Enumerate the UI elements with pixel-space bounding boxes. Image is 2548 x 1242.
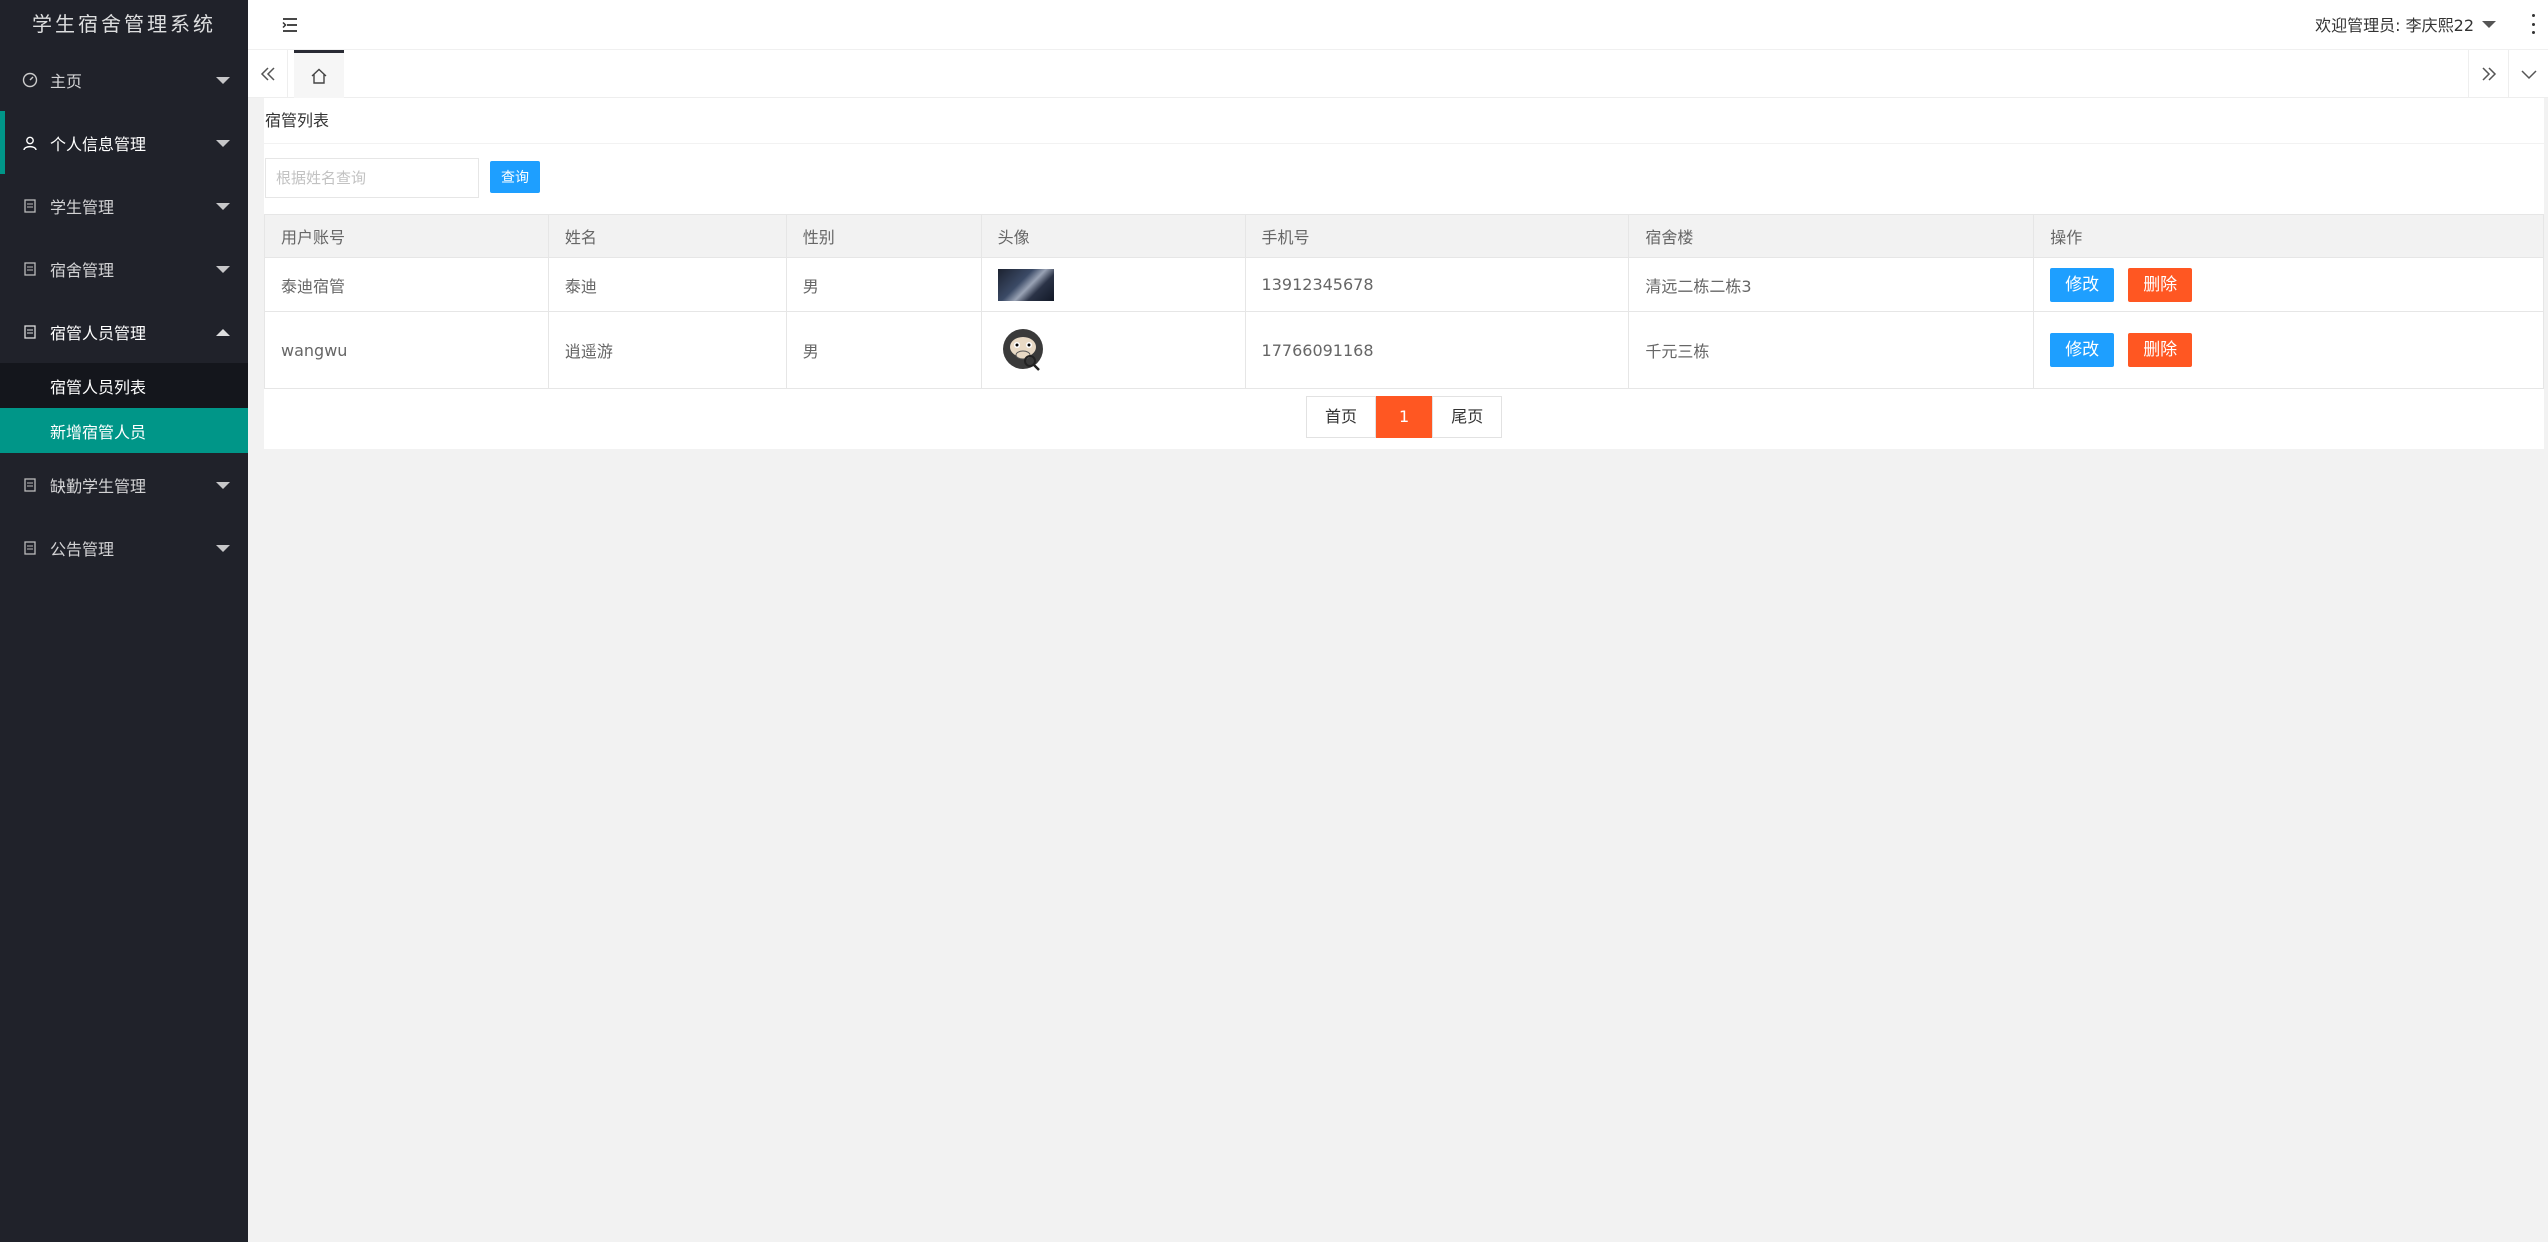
sidebar-item-label: 个人信息管理: [50, 134, 147, 154]
caret-down-icon: [2482, 20, 2496, 28]
search-input[interactable]: [265, 158, 479, 198]
chevron-up-icon: [216, 328, 230, 336]
sidebar-item-label: 公告管理: [50, 539, 115, 559]
avatar: [1002, 329, 1043, 371]
top-header: 欢迎管理员: 李庆熙22: [248, 0, 2548, 50]
more-vertical-icon[interactable]: [2530, 14, 2536, 34]
column-header: 宿舍楼: [1628, 214, 2035, 258]
tabs-bar: [248, 50, 2548, 98]
cell-actions: 修改 删除: [2033, 257, 2544, 312]
dorm-admin-table: 用户账号 姓名 性别 头像 手机号 宿舍楼 操作 泰迪宿管 泰迪 男 13912…: [264, 214, 2544, 389]
scroll-tabs-right-button[interactable]: [2468, 50, 2508, 98]
edit-button[interactable]: 修改: [2050, 267, 2115, 302]
cell-phone: 13912345678: [1244, 257, 1630, 312]
current-page[interactable]: 1: [1376, 396, 1433, 438]
sidebar-item-label: 缺勤学生管理: [50, 476, 147, 496]
table-row: wangwu 逍遥游 男 17766091168 千元三栋 修改 删除: [264, 311, 2544, 389]
column-header: 头像: [980, 214, 1246, 258]
chevron-down-icon: [216, 481, 230, 489]
cell-name: 泰迪: [547, 257, 787, 312]
cell-gender: 男: [785, 257, 982, 312]
search-button[interactable]: 查询: [490, 161, 540, 193]
delete-button[interactable]: 删除: [2128, 333, 2193, 367]
sidebar-item-label: 宿管人员管理: [50, 323, 147, 343]
cell-actions: 修改 删除: [2033, 311, 2544, 389]
sidebar-item-label: 宿舍管理: [50, 260, 115, 280]
chevron-down-icon: [216, 202, 230, 210]
double-chevron-right-icon: [2481, 67, 2496, 81]
table-header-row: 用户账号 姓名 性别 头像 手机号 宿舍楼 操作: [264, 214, 2544, 258]
table-row: 泰迪宿管 泰迪 男 13912345678 清远二栋二栋3 修改 删除: [264, 257, 2544, 312]
user-menu[interactable]: 欢迎管理员: 李庆熙22: [2315, 12, 2496, 36]
pagination: 首页 1 尾页: [264, 389, 2544, 449]
tab-home[interactable]: [294, 50, 344, 98]
sidebar-subitem-add-dorm-admin[interactable]: 新增宿管人员: [0, 408, 248, 453]
document-icon: [22, 477, 38, 493]
chevron-down-icon: [216, 265, 230, 273]
document-icon: [22, 324, 38, 340]
chevron-down-icon: [2520, 70, 2537, 80]
delete-button[interactable]: 删除: [2128, 267, 2193, 302]
app-logo-title: 学生宿舍管理系统: [32, 12, 216, 36]
cell-account: wangwu: [264, 311, 549, 389]
double-chevron-left-icon: [260, 67, 275, 81]
scroll-tabs-left-button[interactable]: [248, 50, 288, 98]
sidebar-item-dorm[interactable]: 宿舍管理: [0, 237, 248, 300]
home-icon: [311, 68, 327, 84]
cell-phone: 17766091168: [1244, 311, 1630, 389]
sidebar-item-student[interactable]: 学生管理: [0, 174, 248, 237]
sidebar-item-home[interactable]: 主页: [0, 48, 248, 111]
cell-gender: 男: [785, 311, 982, 389]
document-icon: [22, 261, 38, 277]
sidebar-item-notice[interactable]: 公告管理: [0, 516, 248, 579]
chevron-down-icon: [216, 544, 230, 552]
document-icon: [22, 198, 38, 214]
avatar: [997, 268, 1054, 301]
dashboard-icon: [22, 72, 38, 88]
dorm-admin-submenu: 宿管人员列表 新增宿管人员: [0, 363, 248, 453]
edit-button[interactable]: 修改: [2050, 333, 2115, 367]
search-bar: 查询: [264, 144, 2544, 208]
column-header: 用户账号: [264, 214, 549, 258]
tabs-dropdown-button[interactable]: [2508, 50, 2548, 98]
sidebar-item-dorm-admin[interactable]: 宿管人员管理: [0, 300, 248, 363]
sidebar: 学生宿舍管理系统 主页 个人信息管理 学生管理 宿舍管理 宿管人员管理 宿管人员…: [0, 0, 248, 1242]
menu-toggle-icon[interactable]: [280, 15, 300, 35]
last-page-button[interactable]: 尾页: [1432, 396, 1503, 438]
chevron-down-icon: [216, 139, 230, 147]
user-icon: [22, 135, 38, 151]
cell-building: 清远二栋二栋3: [1628, 257, 2035, 312]
sidebar-item-personal-info[interactable]: 个人信息管理: [0, 111, 248, 174]
cell-avatar: [980, 257, 1246, 312]
column-header: 手机号: [1244, 214, 1630, 258]
main-content-card: 宿管列表 查询 用户账号 姓名 性别 头像 手机号 宿舍楼 操作 泰迪宿管 泰迪…: [264, 98, 2544, 449]
column-header: 性别: [785, 214, 982, 258]
cell-avatar: [980, 311, 1246, 389]
sidebar-item-label: 学生管理: [50, 197, 115, 217]
card-title: 宿管列表: [264, 98, 2544, 144]
sidebar-item-label: 主页: [50, 71, 83, 91]
sidebar-subitem-dorm-admin-list[interactable]: 宿管人员列表: [0, 363, 248, 408]
sidebar-item-absence[interactable]: 缺勤学生管理: [0, 453, 248, 516]
document-icon: [22, 540, 38, 556]
cell-name: 逍遥游: [547, 311, 787, 389]
cell-building: 千元三栋: [1628, 311, 2035, 389]
chevron-down-icon: [216, 76, 230, 84]
column-header: 操作: [2033, 214, 2544, 258]
column-header: 姓名: [547, 214, 787, 258]
cell-account: 泰迪宿管: [264, 257, 549, 312]
welcome-text: 欢迎管理员: 李庆熙22: [2315, 16, 2474, 35]
first-page-button[interactable]: 首页: [1306, 396, 1377, 438]
